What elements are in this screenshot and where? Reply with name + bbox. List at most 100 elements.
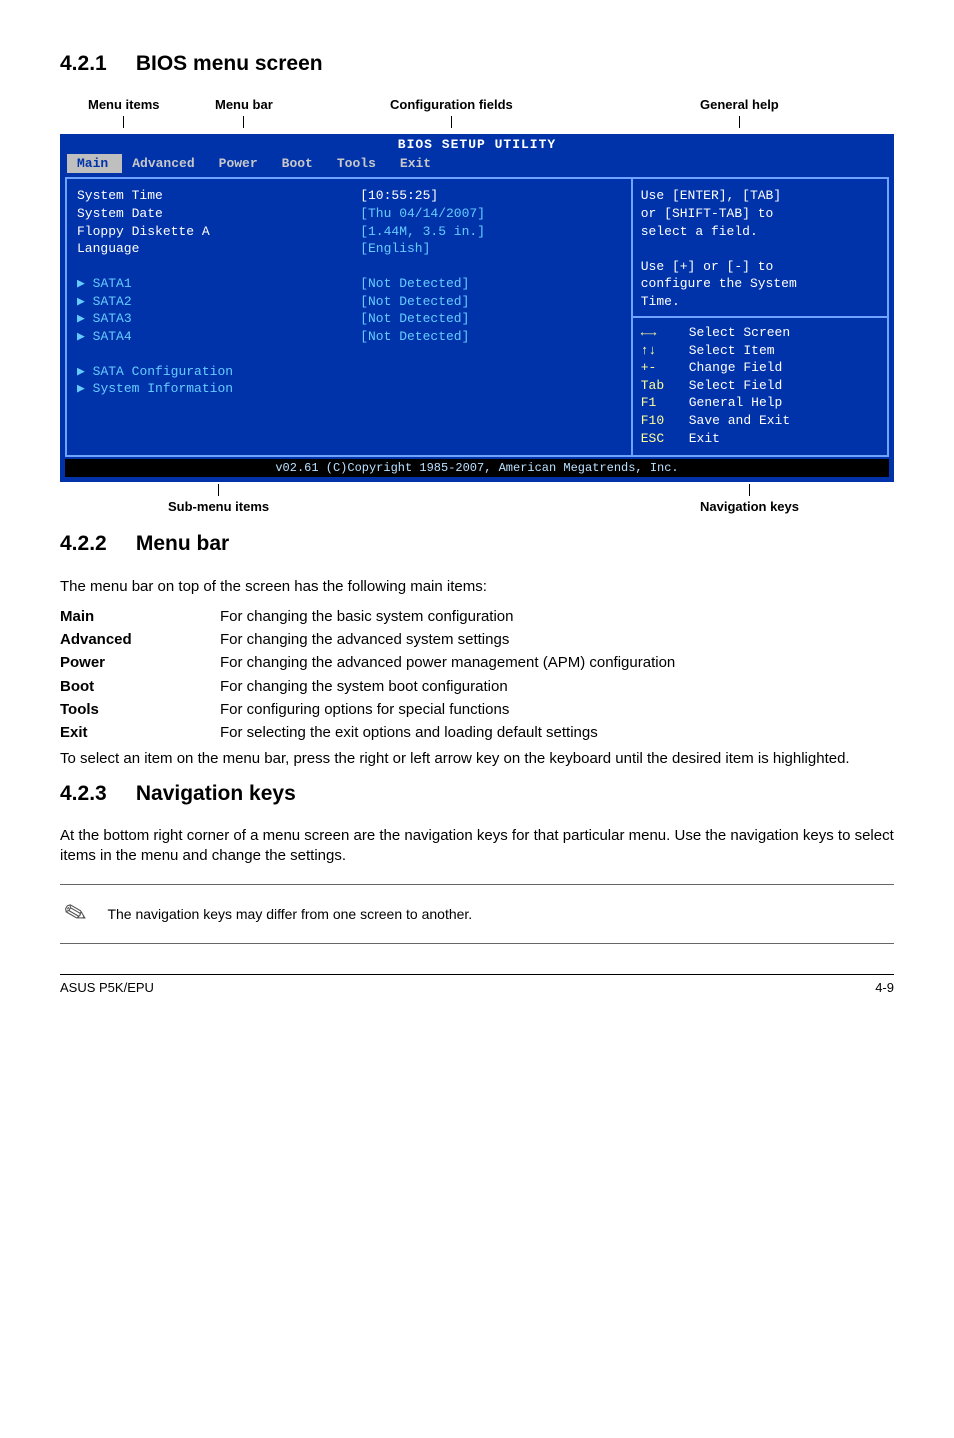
bios-submenu: ▶ SATA1 bbox=[77, 275, 352, 293]
def-term: Main bbox=[60, 607, 220, 627]
heading-422: 4.2.2 Menu bar bbox=[60, 530, 894, 558]
heading-423: 4.2.3 Navigation keys bbox=[60, 780, 894, 808]
bios-middle-column: [10:55:25] [Thu 04/14/2007] [1.44M, 3.5 … bbox=[356, 177, 631, 457]
heading-423-title: Navigation keys bbox=[136, 782, 296, 805]
bios-help-panel: Use [ENTER], [TAB] or [SHIFT-TAB] to sel… bbox=[631, 177, 889, 457]
sec422-outro: To select an item on the menu bar, press… bbox=[60, 749, 894, 769]
heading-422-num: 4.2.2 bbox=[60, 530, 130, 558]
label-config-fields: Configuration fields bbox=[390, 96, 513, 128]
bios-value: [Not Detected] bbox=[360, 328, 627, 346]
label-submenu-items: Sub-menu items bbox=[168, 484, 269, 516]
heading-421-title: BIOS menu screen bbox=[136, 52, 323, 75]
triangle-icon: ▶ bbox=[77, 276, 93, 291]
def-text: For changing the basic system configurat… bbox=[220, 607, 894, 627]
bios-value: [1.44M, 3.5 in.] bbox=[360, 223, 627, 241]
def-term: Power bbox=[60, 653, 220, 673]
def-text: For configuring options for special func… bbox=[220, 700, 894, 720]
bios-value: [Not Detected] bbox=[360, 293, 627, 311]
bios-item: System Time bbox=[77, 187, 352, 205]
bios-keyhint: Tab Select Field bbox=[641, 377, 879, 395]
def-row: MainFor changing the basic system config… bbox=[60, 607, 894, 627]
bios-submenu-label: System Information bbox=[93, 381, 233, 396]
def-text: For selecting the exit options and loadi… bbox=[220, 723, 894, 743]
bios-tab-bar: Main Advanced Power Boot Tools Exit bbox=[61, 154, 893, 176]
heading-422-title: Menu bar bbox=[136, 532, 229, 555]
callout-line-icon bbox=[451, 116, 452, 128]
label-menu-items-text: Menu items bbox=[88, 96, 160, 114]
def-term: Tools bbox=[60, 700, 220, 720]
definition-list: MainFor changing the basic system config… bbox=[60, 607, 894, 744]
def-row: AdvancedFor changing the advanced system… bbox=[60, 630, 894, 650]
footer-left: ASUS P5K/EPU bbox=[60, 979, 154, 997]
bios-key-desc: Change Field bbox=[689, 359, 783, 377]
sec422-intro: The menu bar on top of the screen has th… bbox=[60, 577, 894, 597]
bios-spacer bbox=[77, 258, 352, 276]
callout-line-icon bbox=[739, 116, 740, 128]
bios-submenu-label: SATA4 bbox=[93, 329, 132, 344]
bios-key: ESC bbox=[641, 430, 679, 448]
bios-key-desc: General Help bbox=[689, 394, 783, 412]
def-text: For changing the advanced system setting… bbox=[220, 630, 894, 650]
bios-submenu: ▶ SATA Configuration bbox=[77, 363, 352, 381]
def-row: PowerFor changing the advanced power man… bbox=[60, 653, 894, 673]
bios-key: Tab bbox=[641, 377, 679, 395]
bios-help-line: Use [+] or [-] to bbox=[641, 258, 879, 276]
bios-tab-boot: Boot bbox=[272, 154, 327, 174]
heading-423-num: 4.2.3 bbox=[60, 780, 130, 808]
callout-line-icon bbox=[218, 484, 219, 496]
bios-key-desc: Exit bbox=[689, 430, 720, 448]
triangle-icon: ▶ bbox=[77, 381, 93, 396]
bios-tab-advanced: Advanced bbox=[122, 154, 208, 174]
bios-submenu: ▶ SATA3 bbox=[77, 310, 352, 328]
sec423-para: At the bottom right corner of a menu scr… bbox=[60, 826, 894, 867]
triangle-icon: ▶ bbox=[77, 294, 93, 309]
bios-spacer bbox=[77, 345, 352, 363]
note-box: ✎ The navigation keys may differ from on… bbox=[60, 884, 894, 944]
bios-spacer bbox=[360, 258, 627, 276]
bios-help-line: or [SHIFT-TAB] to bbox=[641, 205, 879, 223]
bios-keyhint: F10Save and Exit bbox=[641, 412, 879, 430]
bios-tab-exit: Exit bbox=[390, 154, 445, 174]
def-term: Boot bbox=[60, 677, 220, 697]
label-menu-bar-text: Menu bar bbox=[215, 96, 273, 114]
bios-keyhint: ←→Select Screen bbox=[641, 324, 879, 342]
callout-line-icon bbox=[749, 484, 750, 496]
def-term: Advanced bbox=[60, 630, 220, 650]
page-footer: ASUS P5K/EPU 4-9 bbox=[60, 974, 894, 997]
bios-spacer bbox=[641, 240, 879, 258]
label-general-help-text: General help bbox=[700, 96, 779, 114]
bios-keyhint: ESC Exit bbox=[641, 430, 879, 448]
def-row: ToolsFor configuring options for special… bbox=[60, 700, 894, 720]
def-text: For changing the system boot configurati… bbox=[220, 677, 894, 697]
bios-key-desc: Select Item bbox=[689, 342, 775, 360]
bios-tab-main: Main bbox=[67, 154, 122, 174]
label-general-help: General help bbox=[700, 96, 779, 128]
label-navigation-keys: Navigation keys bbox=[700, 484, 799, 516]
def-text: For changing the advanced power manageme… bbox=[220, 653, 894, 673]
heading-421-num: 4.2.1 bbox=[60, 50, 130, 78]
bios-copyright: v02.61 (C)Copyright 1985-2007, American … bbox=[65, 459, 889, 477]
triangle-icon: ▶ bbox=[77, 329, 93, 344]
bios-key: F1 bbox=[641, 394, 679, 412]
bios-value: [Not Detected] bbox=[360, 310, 627, 328]
bios-value: [Not Detected] bbox=[360, 275, 627, 293]
label-config-fields-text: Configuration fields bbox=[390, 96, 513, 114]
bios-key: ←→ bbox=[641, 324, 679, 342]
bios-screenshot: BIOS SETUP UTILITY Main Advanced Power B… bbox=[60, 134, 894, 482]
bios-submenu: ▶ SATA4 bbox=[77, 328, 352, 346]
bios-title: BIOS SETUP UTILITY bbox=[61, 135, 893, 154]
bios-key-desc: Select Field bbox=[689, 377, 783, 395]
diagram-bottom-labels: Sub-menu items Navigation keys bbox=[60, 484, 894, 520]
note-text: The navigation keys may differ from one … bbox=[107, 905, 472, 924]
bios-help-line: configure the System bbox=[641, 275, 879, 293]
bios-item: System Date bbox=[77, 205, 352, 223]
bios-submenu: ▶ SATA2 bbox=[77, 293, 352, 311]
def-term: Exit bbox=[60, 723, 220, 743]
bios-left-column: System Time System Date Floppy Diskette … bbox=[65, 177, 356, 457]
bios-value: [10:55:25] bbox=[360, 187, 627, 205]
def-row: ExitFor selecting the exit options and l… bbox=[60, 723, 894, 743]
def-row: BootFor changing the system boot configu… bbox=[60, 677, 894, 697]
bios-key: +- bbox=[641, 359, 679, 377]
bios-spacer bbox=[77, 398, 352, 416]
bios-keyhint: +- Change Field bbox=[641, 359, 879, 377]
